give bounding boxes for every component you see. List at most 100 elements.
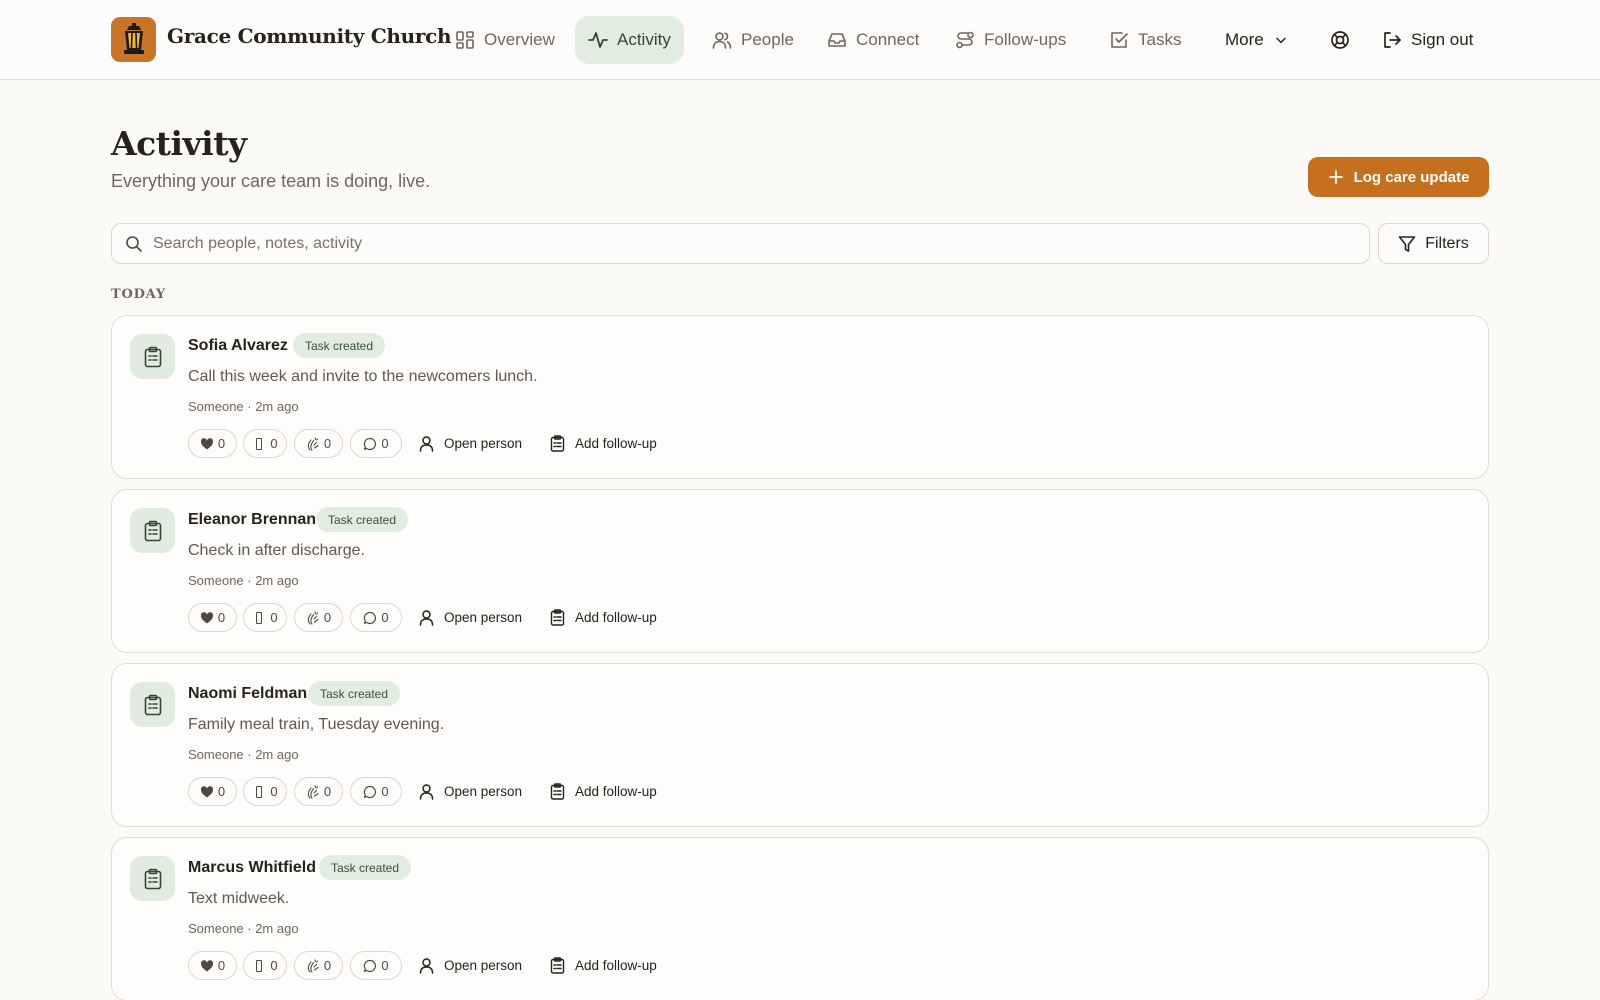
comments-button[interactable]: 0 — [350, 429, 402, 458]
nav-tasks[interactable]: Tasks — [1096, 16, 1194, 64]
praying-hands-icon — [256, 611, 263, 624]
add-follow-up-button[interactable]: Add follow-up — [549, 603, 657, 632]
activity-card: Sofia Alvarez Task created Call this wee… — [111, 315, 1489, 479]
person-name[interactable]: Eleanor Brennan — [188, 511, 316, 529]
clap-count: 0 — [323, 958, 332, 973]
search-input[interactable] — [153, 234, 1333, 253]
add-follow-up-label: Add follow-up — [575, 784, 657, 799]
clap-count: 0 — [323, 436, 332, 451]
open-person-button[interactable]: Open person — [418, 951, 522, 980]
clap-count: 0 — [323, 610, 332, 625]
page-title: Activity — [111, 124, 247, 163]
section-label-today: TODAY — [111, 287, 166, 302]
pray-reaction-button[interactable]: 0 — [243, 951, 287, 980]
pray-reaction-button[interactable]: 0 — [243, 429, 287, 458]
clap-reaction-button[interactable]: 0 — [294, 429, 343, 458]
sign-out-button[interactable]: Sign out — [1369, 16, 1486, 64]
activity-type-badge: Task created — [293, 333, 386, 358]
pray-count: 0 — [270, 610, 278, 625]
help-button[interactable] — [1317, 16, 1363, 64]
heart-reaction-button[interactable]: 0 — [188, 777, 237, 806]
heart-reaction-button[interactable]: 0 — [188, 429, 237, 458]
person-name[interactable]: Naomi Feldman — [188, 685, 307, 703]
nav-more-dropdown[interactable]: More — [1212, 16, 1302, 64]
activity-card: Marcus Whitfield Task created Text midwe… — [111, 837, 1489, 1000]
open-person-button[interactable]: Open person — [418, 429, 522, 458]
clipboard-icon — [130, 334, 175, 379]
clipboard-icon — [130, 856, 175, 901]
search-icon — [126, 235, 142, 252]
church-logo[interactable] — [111, 17, 156, 62]
praying-hands-icon — [256, 959, 263, 972]
add-follow-up-button[interactable]: Add follow-up — [549, 777, 657, 806]
clap-icon — [307, 958, 319, 973]
heart-reaction-button[interactable]: 0 — [188, 951, 237, 980]
nav-activity[interactable]: Activity — [575, 16, 684, 64]
filters-label: Filters — [1425, 234, 1469, 252]
clap-reaction-button[interactable]: 0 — [294, 777, 343, 806]
clap-icon — [307, 436, 319, 451]
heart-icon — [200, 611, 213, 623]
lantern-icon — [123, 22, 144, 54]
comments-count: 0 — [381, 784, 389, 799]
plus-icon — [1328, 170, 1343, 184]
nav-follow-ups[interactable]: Follow-ups — [942, 16, 1079, 64]
heart-icon — [200, 785, 213, 797]
person-name[interactable]: Marcus Whitfield — [188, 859, 316, 877]
open-person-button[interactable]: Open person — [418, 603, 522, 632]
add-follow-up-label: Add follow-up — [575, 958, 657, 973]
open-person-label: Open person — [444, 958, 523, 973]
heart-count: 0 — [217, 784, 226, 799]
comment-icon — [364, 785, 377, 798]
person-name[interactable]: Sofia Alvarez — [188, 337, 288, 355]
add-follow-up-button[interactable]: Add follow-up — [549, 429, 657, 458]
route-icon — [956, 31, 974, 49]
nav-connect[interactable]: Connect — [814, 16, 932, 64]
pray-reaction-button[interactable]: 0 — [243, 603, 287, 632]
chevron-down-icon — [1276, 37, 1286, 44]
pray-reaction-button[interactable]: 0 — [243, 777, 287, 806]
activity-type-badge: Task created — [308, 681, 401, 706]
add-follow-up-label: Add follow-up — [575, 436, 657, 451]
open-person-button[interactable]: Open person — [418, 777, 522, 806]
clipboard-list-icon — [550, 783, 565, 800]
people-icon — [712, 32, 732, 49]
comments-button[interactable]: 0 — [350, 951, 402, 980]
clipboard-list-icon — [550, 609, 565, 626]
nav-activity-label: Activity — [617, 30, 671, 49]
page-subtitle: Everything your care team is doing, live… — [111, 171, 431, 191]
activity-note: Call this week and invite to the newcome… — [188, 368, 538, 385]
filter-icon — [1398, 235, 1416, 252]
nav-overview[interactable]: Overview — [442, 16, 568, 64]
clap-reaction-button[interactable]: 0 — [294, 951, 343, 980]
nav-more-label: More — [1225, 30, 1264, 49]
activity-note: Text midweek. — [188, 890, 290, 907]
add-follow-up-button[interactable]: Add follow-up — [549, 951, 657, 980]
heart-icon — [200, 437, 213, 449]
heart-count: 0 — [217, 436, 226, 451]
clipboard-list-icon — [550, 435, 565, 452]
sign-out-label: Sign out — [1411, 30, 1474, 49]
comments-count: 0 — [381, 958, 389, 973]
add-follow-up-label: Add follow-up — [575, 610, 657, 625]
nav-overview-label: Overview — [484, 30, 555, 49]
activity-type-badge: Task created — [316, 507, 409, 532]
comment-icon — [364, 437, 377, 450]
sign-out-icon — [1384, 32, 1401, 48]
heart-reaction-button[interactable]: 0 — [188, 603, 237, 632]
nav-people[interactable]: People — [699, 16, 807, 64]
comments-button[interactable]: 0 — [350, 777, 402, 806]
pray-count: 0 — [270, 436, 278, 451]
open-person-label: Open person — [444, 784, 523, 799]
filters-button[interactable]: Filters — [1378, 223, 1489, 264]
activity-type-badge: Task created — [319, 855, 412, 880]
activity-note: Family meal train, Tuesday evening. — [188, 716, 445, 733]
comments-button[interactable]: 0 — [350, 603, 402, 632]
comment-icon — [364, 611, 377, 624]
top-nav-bar: Grace Community Church Overview Activity… — [0, 0, 1600, 80]
comments-count: 0 — [381, 436, 389, 451]
open-person-label: Open person — [444, 610, 523, 625]
clap-reaction-button[interactable]: 0 — [294, 603, 343, 632]
log-care-update-button[interactable]: Log care update — [1308, 157, 1489, 197]
activity-card: Eleanor Brennan Task created Check in af… — [111, 489, 1489, 653]
